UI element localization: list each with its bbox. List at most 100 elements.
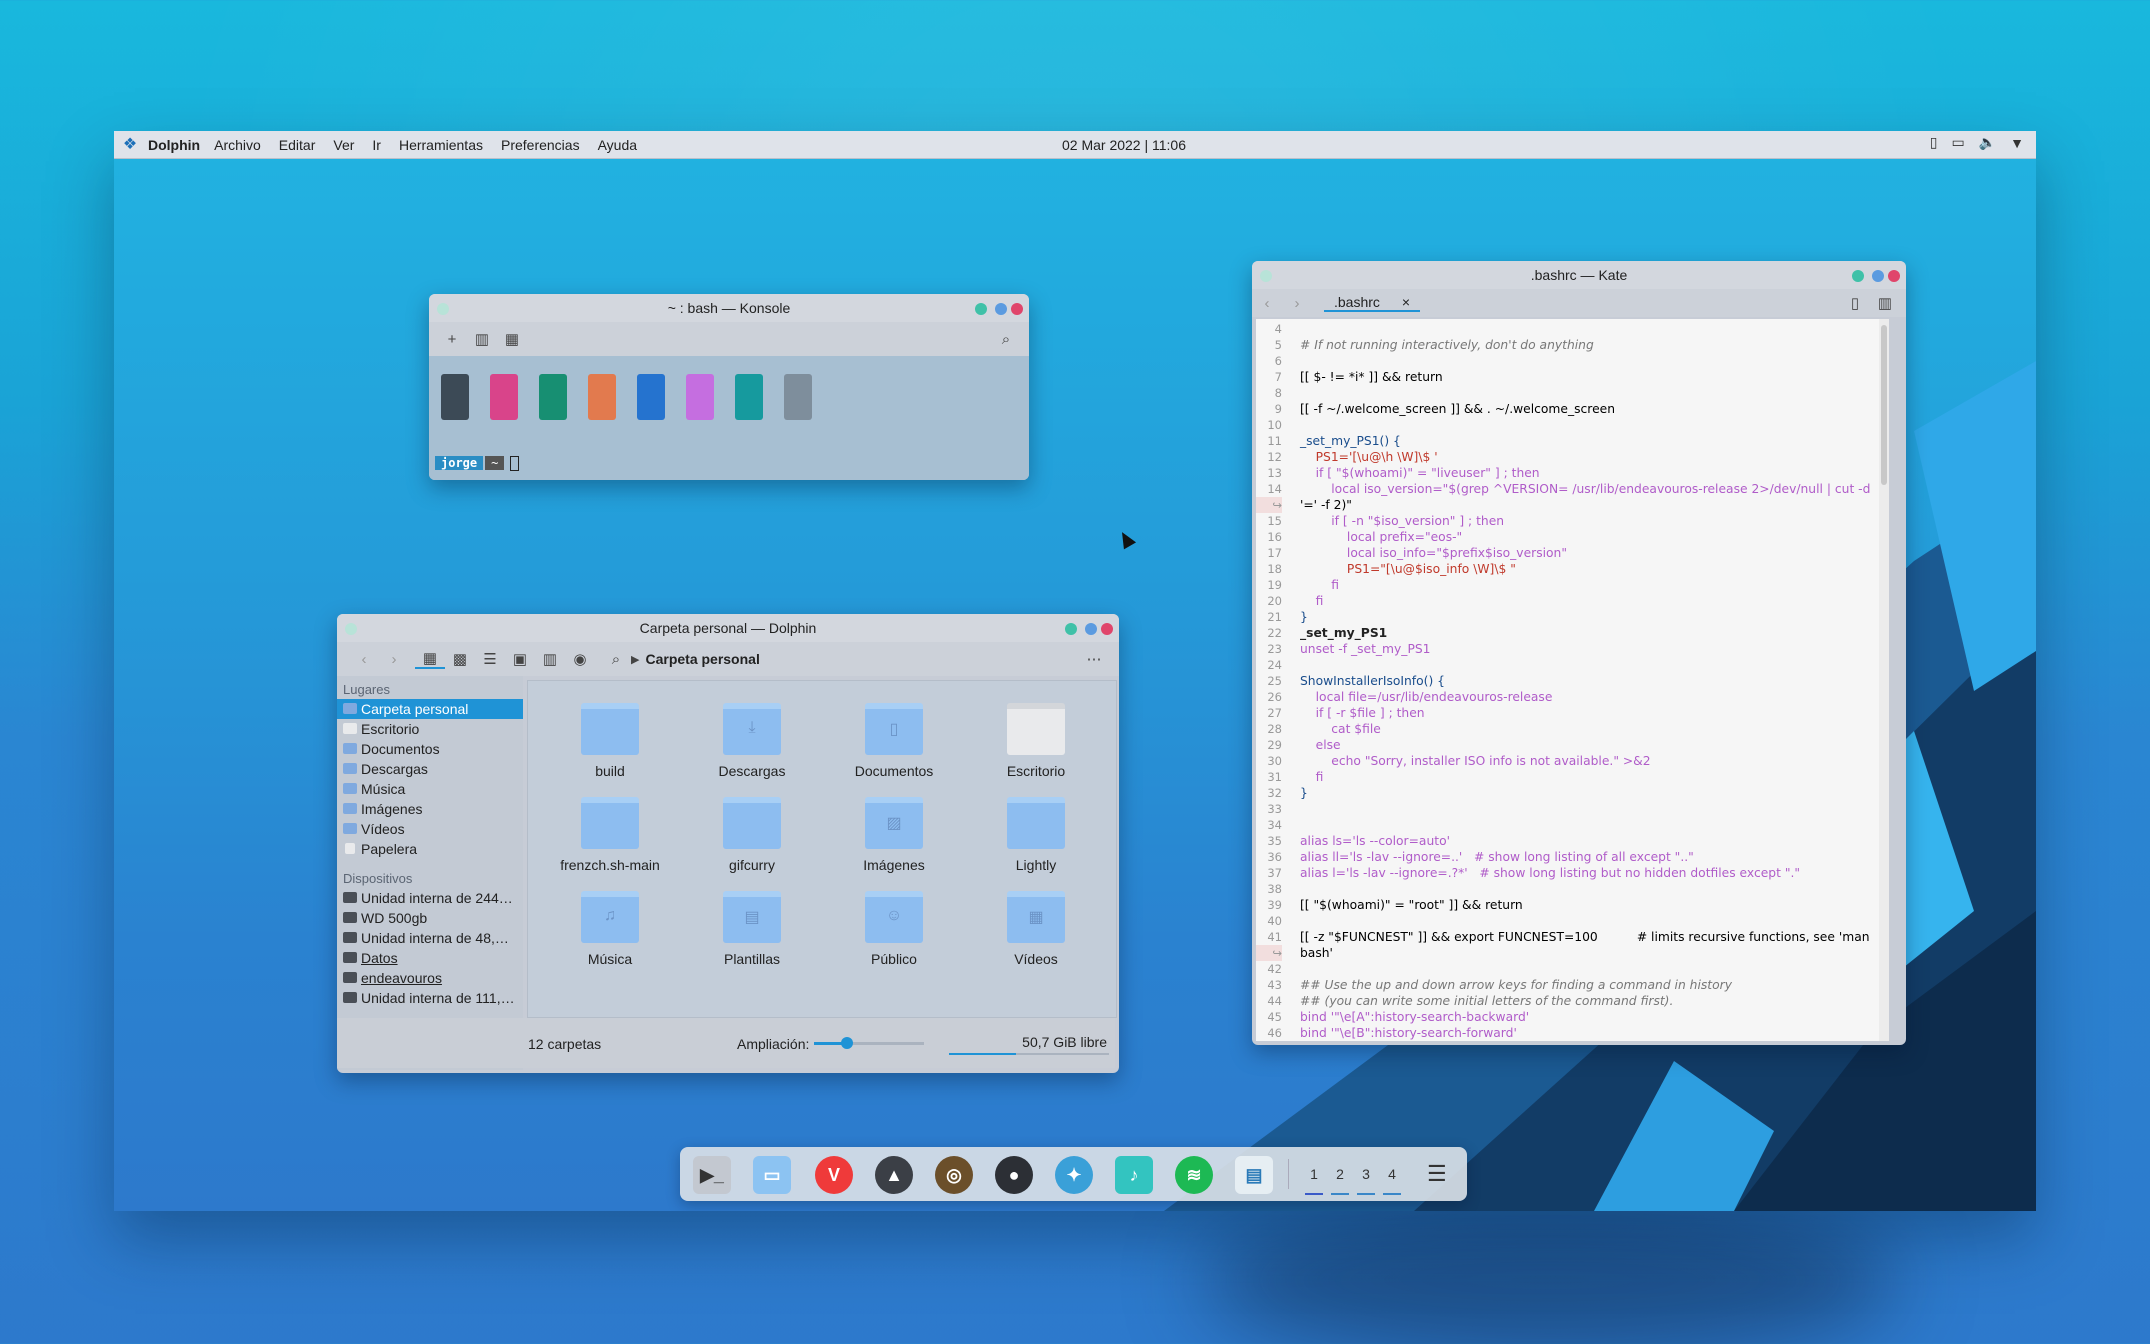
- minimize-button[interactable]: [1852, 270, 1864, 282]
- eye-icon[interactable]: ◉: [565, 650, 595, 668]
- folder-item[interactable]: Lightly: [971, 797, 1101, 873]
- volume-icon[interactable]: 🔈: [1979, 134, 1996, 151]
- device-item[interactable]: Datos: [337, 948, 523, 968]
- folder-item[interactable]: ▨ Imágenes: [829, 797, 959, 873]
- maximize-button[interactable]: [1085, 623, 1097, 635]
- folder-item[interactable]: gifcurry: [687, 797, 817, 873]
- maximize-button[interactable]: [995, 303, 1007, 315]
- workspace-3[interactable]: 3: [1359, 1166, 1373, 1182]
- code-editor[interactable]: 4 5 # If not running interactively, don't …: [1256, 319, 1889, 1041]
- search-icon[interactable]: ⌕: [601, 651, 631, 668]
- device-item[interactable]: WD 500gb: [337, 908, 523, 928]
- discover-icon[interactable]: ♪: [1115, 1156, 1153, 1194]
- workspace-2[interactable]: 2: [1333, 1166, 1347, 1182]
- inkscape-icon[interactable]: ▲: [875, 1156, 913, 1194]
- menu-ir[interactable]: Ir: [372, 137, 381, 153]
- menu-preferencias[interactable]: Preferencias: [501, 137, 580, 153]
- icons-view-icon[interactable]: ▦: [415, 649, 445, 669]
- pin-icon[interactable]: [437, 303, 449, 315]
- forward-icon[interactable]: ›: [1282, 295, 1312, 312]
- pin-icon[interactable]: [1260, 270, 1272, 282]
- file-view[interactable]: build ⤓ Descargas ▯ Documentos Escritorio …: [527, 680, 1117, 1018]
- drive-icon: [343, 932, 357, 943]
- search-icon[interactable]: ⌕: [991, 331, 1021, 348]
- place-imagenes[interactable]: Imágenes: [337, 799, 523, 819]
- code-text: bash': [1300, 946, 1333, 960]
- open-file-icon[interactable]: ▯: [1840, 294, 1870, 312]
- dolphin-titlebar[interactable]: Carpeta personal — Dolphin: [337, 614, 1119, 642]
- close-button[interactable]: [1101, 623, 1113, 635]
- forward-icon[interactable]: ›: [379, 651, 409, 668]
- vivaldi-icon[interactable]: V: [815, 1156, 853, 1194]
- split-view-icon[interactable]: ▥: [1870, 294, 1900, 312]
- place-documentos[interactable]: Documentos: [337, 739, 523, 759]
- maximize-button[interactable]: [1872, 270, 1884, 282]
- folder-item[interactable]: ☺ Público: [829, 891, 959, 967]
- back-icon[interactable]: ‹: [1252, 295, 1282, 312]
- menu-ayuda[interactable]: Ayuda: [598, 137, 637, 153]
- details-view-icon[interactable]: ☰: [475, 650, 505, 668]
- scrollbar[interactable]: [1879, 319, 1889, 1041]
- terminal-icon[interactable]: ▶_: [693, 1156, 731, 1194]
- device-item[interactable]: Unidad interna de 244…: [337, 888, 523, 908]
- device-item[interactable]: Unidad interna de 111,…: [337, 988, 523, 1008]
- spotify-icon[interactable]: ≋: [1175, 1156, 1213, 1194]
- display-icon[interactable]: ▭: [1951, 134, 1964, 151]
- menu-editar[interactable]: Editar: [279, 137, 316, 153]
- workspace-1[interactable]: 1: [1307, 1166, 1321, 1182]
- device-item[interactable]: endeavouros: [337, 968, 523, 988]
- konsole-terminal[interactable]: jorge ~: [429, 356, 1029, 480]
- split-view-icon[interactable]: ▥: [467, 330, 497, 348]
- kdeconnect-icon[interactable]: ✦: [1055, 1156, 1093, 1194]
- preview-icon[interactable]: ▣: [505, 650, 535, 668]
- menu-ver[interactable]: Ver: [333, 137, 354, 153]
- gimp-icon[interactable]: ◎: [935, 1156, 973, 1194]
- place-escritorio[interactable]: Escritorio: [337, 719, 523, 739]
- folder-item[interactable]: ⤓ Descargas: [687, 703, 817, 779]
- folder-item[interactable]: ▤ Plantillas: [687, 891, 817, 967]
- workspace-4[interactable]: 4: [1385, 1166, 1399, 1182]
- battery-icon[interactable]: ▯: [1930, 134, 1938, 151]
- obs-icon[interactable]: ●: [995, 1156, 1033, 1194]
- dolphin-app-icon[interactable]: ❖: [120, 135, 140, 155]
- menu-icon[interactable]: ☰: [1427, 1161, 1447, 1187]
- chevron-down-icon[interactable]: ▼: [2010, 135, 2024, 151]
- folder-item[interactable]: ▯ Documentos: [829, 703, 959, 779]
- split-icon[interactable]: ▥: [535, 650, 565, 668]
- breadcrumb[interactable]: Carpeta personal: [645, 651, 759, 667]
- folder-icon[interactable]: ▭: [753, 1156, 791, 1194]
- close-button[interactable]: [1011, 303, 1023, 315]
- zoom-slider-handle[interactable]: [841, 1037, 853, 1049]
- close-tab-icon[interactable]: ×: [1402, 294, 1410, 310]
- pin-icon[interactable]: [345, 623, 357, 635]
- place-musica[interactable]: Música: [337, 779, 523, 799]
- zoom-slider[interactable]: [814, 1037, 924, 1049]
- active-app-name[interactable]: Dolphin: [148, 137, 200, 153]
- minimize-button[interactable]: [1065, 623, 1077, 635]
- compact-view-icon[interactable]: ▩: [445, 650, 475, 668]
- minimize-button[interactable]: [975, 303, 987, 315]
- place-papelera[interactable]: Papelera: [337, 839, 523, 859]
- menu-herramientas[interactable]: Herramientas: [399, 137, 483, 153]
- place-carpeta-personal[interactable]: Carpeta personal: [337, 699, 523, 719]
- kate-titlebar[interactable]: .bashrc — Kate: [1252, 261, 1906, 289]
- layout-icon[interactable]: ▦: [497, 330, 527, 348]
- place-descargas[interactable]: Descargas: [337, 759, 523, 779]
- place-videos[interactable]: Vídeos: [337, 819, 523, 839]
- konsole-titlebar[interactable]: ~ : bash — Konsole: [429, 294, 1029, 322]
- new-tab-icon[interactable]: +: [437, 331, 467, 348]
- menu-archivo[interactable]: Archivo: [214, 137, 261, 153]
- clock[interactable]: 02 Mar 2022 | 11:06: [1014, 137, 1234, 153]
- folder-item[interactable]: Escritorio: [971, 703, 1101, 779]
- tab-bashrc[interactable]: .bashrc ×: [1324, 294, 1421, 312]
- folder-item[interactable]: build: [545, 703, 675, 779]
- device-item[interactable]: Unidad interna de 48,…: [337, 928, 523, 948]
- folder-item[interactable]: frenzch.sh-main: [545, 797, 675, 873]
- back-icon[interactable]: ‹: [349, 651, 379, 668]
- scrollbar-thumb[interactable]: [1881, 325, 1887, 485]
- close-button[interactable]: [1888, 270, 1900, 282]
- folder-item[interactable]: ▦ Vídeos: [971, 891, 1101, 967]
- book-icon[interactable]: ▤: [1235, 1156, 1273, 1194]
- folder-item[interactable]: ♫ Música: [545, 891, 675, 967]
- more-options-icon[interactable]: ⋯: [1079, 650, 1109, 668]
